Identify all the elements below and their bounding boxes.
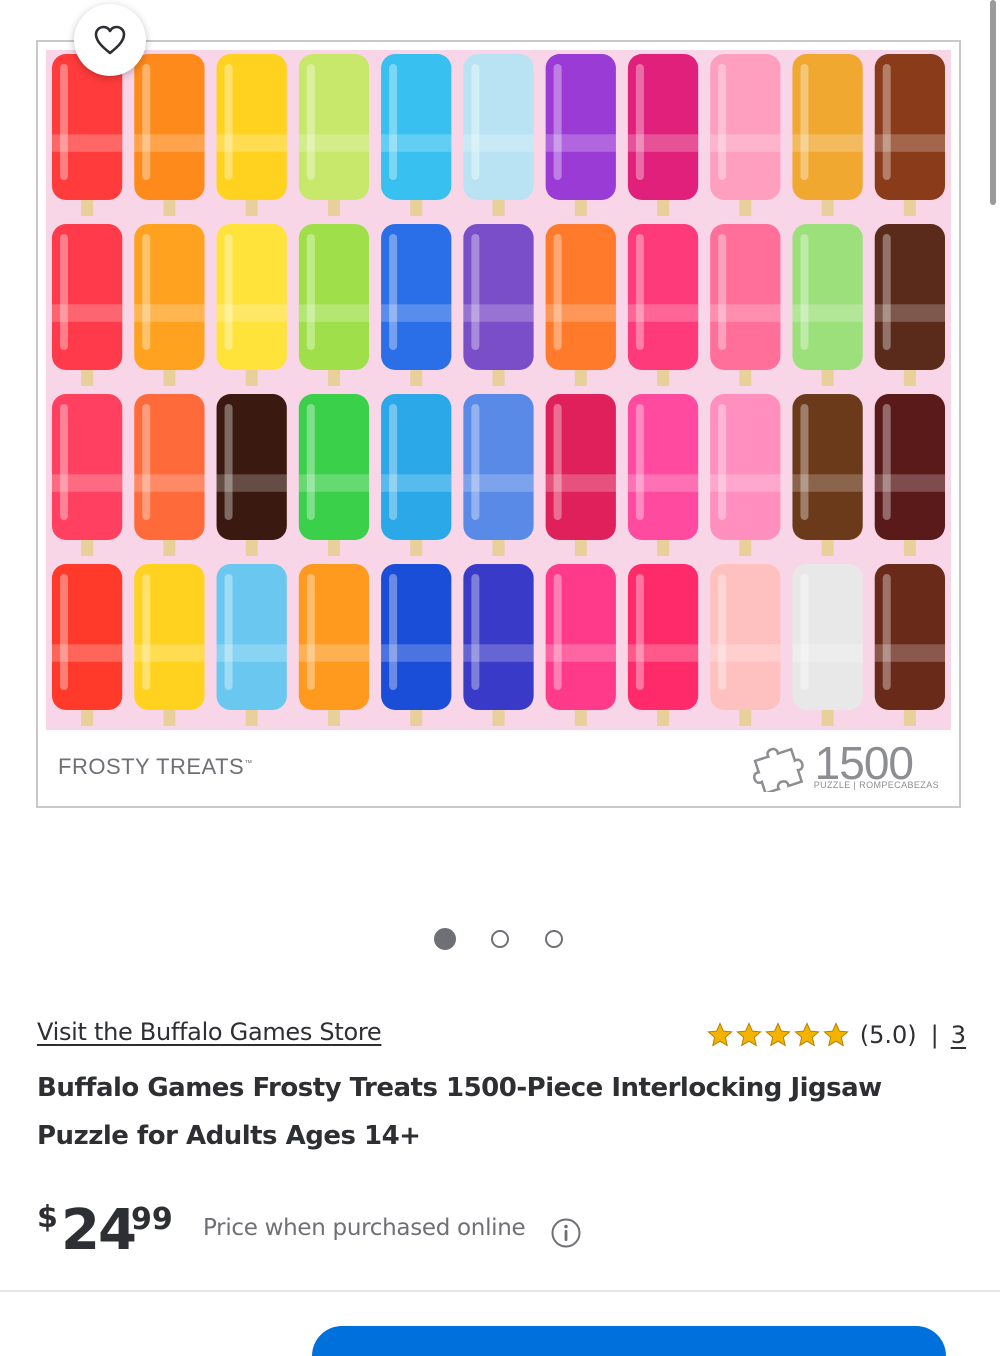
info-icon[interactable] <box>550 1217 582 1249</box>
add-to-cart-button[interactable] <box>312 1326 946 1356</box>
section-divider <box>0 1290 1000 1292</box>
star-icon <box>764 1022 791 1047</box>
heart-icon <box>94 25 126 55</box>
rating-separator: | <box>930 1021 939 1049</box>
star-icon <box>706 1022 733 1047</box>
carousel-dots <box>0 928 1000 954</box>
page-scrollbar[interactable] <box>990 0 996 205</box>
star-icon <box>822 1022 849 1047</box>
carousel-dot-2[interactable] <box>491 930 509 948</box>
piece-count-badge: 1500 PUZZLE | ROMPECABEZAS <box>751 736 941 796</box>
star-icon <box>793 1022 820 1047</box>
product-image[interactable]: FROSTY TREATS™ 1500 PUZZLE | ROMPECABEZA… <box>36 40 961 808</box>
product-title: Buffalo Games Frosty Treats 1500-Piece I… <box>37 1073 882 1151</box>
rating-score: (5.0) <box>859 1021 917 1049</box>
carousel-dot-3[interactable] <box>545 930 563 948</box>
price-cents: 99 <box>131 1202 173 1237</box>
carousel-dot-1[interactable] <box>434 928 456 950</box>
price-note: Price when purchased online <box>203 1215 526 1241</box>
star-rating <box>706 1021 850 1049</box>
piece-subtitle: PUZZLE | ROMPECABEZAS <box>813 780 939 790</box>
review-count-link[interactable]: 3 <box>951 1021 966 1049</box>
favorite-button[interactable] <box>74 4 146 76</box>
rating-summary[interactable]: (5.0) | 3 <box>706 1018 966 1052</box>
puzzle-brand-line: FROSTY TREATS™ <box>58 754 253 779</box>
price-currency: $ <box>37 1200 58 1235</box>
puzzle-piece-icon <box>753 747 804 792</box>
store-link[interactable]: Visit the Buffalo Games Store <box>37 1018 382 1046</box>
star-icon <box>735 1022 762 1047</box>
price-dollars: 24 <box>61 1198 137 1263</box>
popsicle-artwork <box>46 50 951 730</box>
